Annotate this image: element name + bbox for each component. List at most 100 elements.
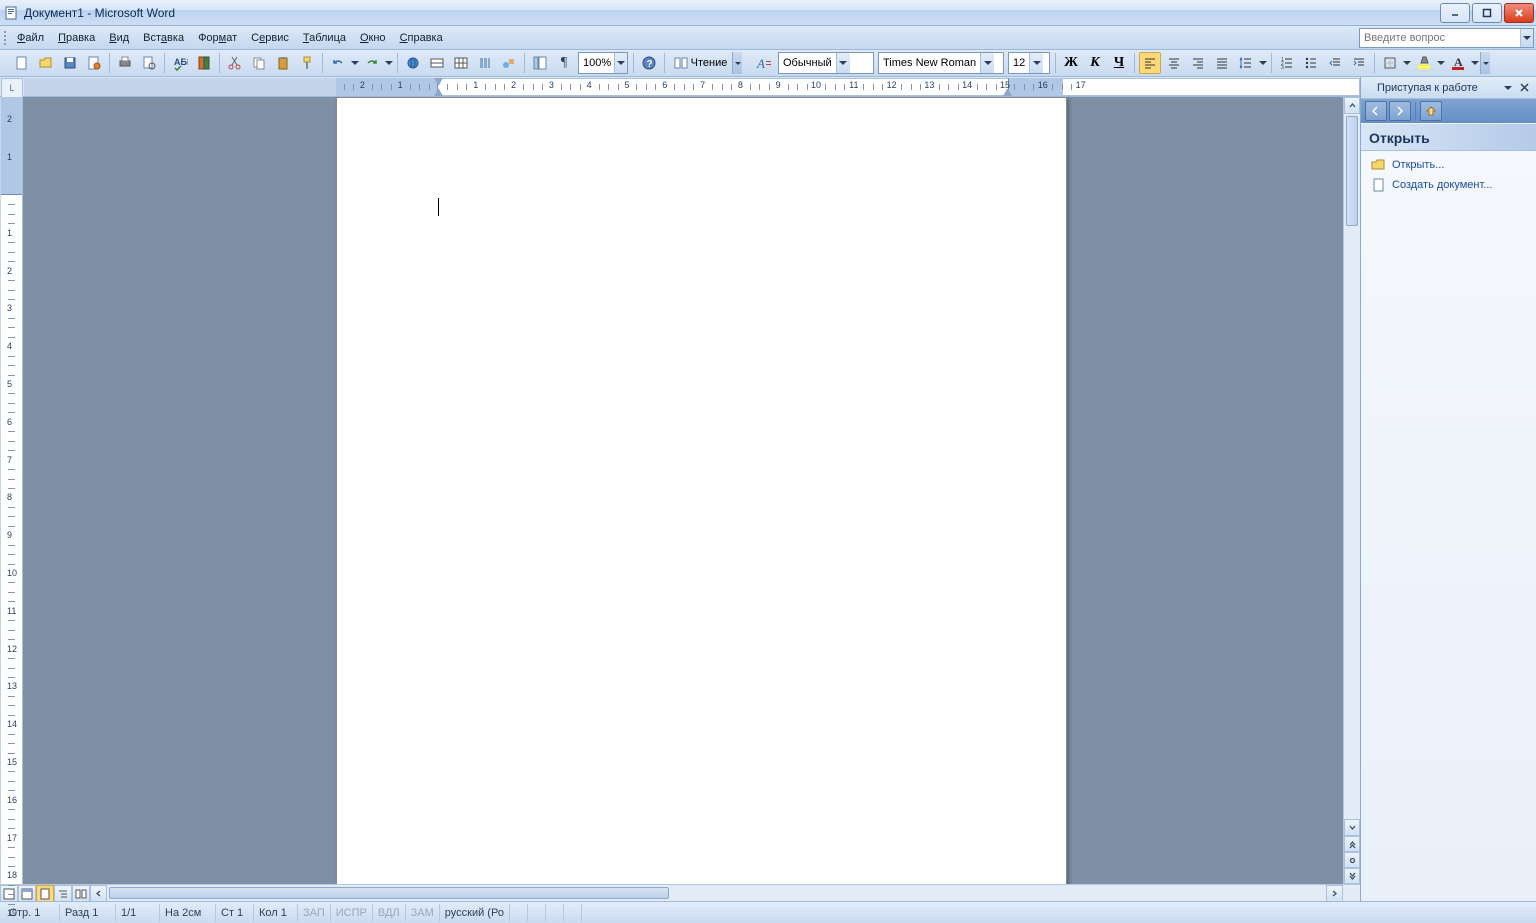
menu-insert[interactable]: Вставка [136, 30, 191, 46]
copy-button[interactable] [248, 52, 270, 74]
help-dropdown-icon[interactable] [1520, 29, 1533, 47]
format-painter-button[interactable] [296, 52, 318, 74]
dropdown-icon[interactable] [1029, 53, 1043, 73]
reading-view-button[interactable] [72, 885, 90, 902]
redo-button[interactable] [361, 52, 383, 74]
style-combo[interactable]: Обычный [778, 52, 874, 74]
scroll-thumb[interactable] [1346, 116, 1358, 226]
styles-button[interactable]: A [753, 52, 775, 74]
insert-table-button[interactable] [450, 52, 472, 74]
prev-page-button[interactable] [1344, 836, 1360, 852]
font-color-button[interactable]: A [1447, 52, 1469, 74]
borders-button[interactable] [1379, 52, 1401, 74]
scroll-down-button[interactable] [1344, 819, 1360, 836]
close-button[interactable] [1504, 3, 1534, 23]
new-document-link[interactable]: Создать документ... [1361, 175, 1536, 195]
scroll-left-button[interactable] [90, 885, 107, 902]
task-pane-menu-icon[interactable] [1500, 80, 1515, 95]
align-right-button[interactable] [1187, 52, 1209, 74]
tables-borders-button[interactable] [426, 52, 448, 74]
horizontal-ruler[interactable]: 121234567891011121314151617 [24, 78, 1360, 96]
scroll-up-button[interactable] [1344, 97, 1360, 114]
menu-edit[interactable]: Правка [51, 30, 102, 46]
new-button[interactable] [11, 52, 33, 74]
right-indent-marker[interactable] [1003, 88, 1012, 96]
align-center-button[interactable] [1163, 52, 1185, 74]
decrease-indent-button[interactable] [1324, 52, 1346, 74]
vertical-ruler[interactable]: 121234567891011121314151617181920 [1, 97, 23, 884]
columns-button[interactable] [474, 52, 496, 74]
toolbar-overflow[interactable] [732, 52, 742, 74]
tab-selector[interactable]: L [1, 78, 23, 98]
line-spacing-button[interactable] [1235, 52, 1257, 74]
menu-file[interactable]: Файл [10, 30, 51, 46]
menu-tools[interactable]: Сервис [244, 30, 296, 46]
document-area[interactable] [23, 97, 1343, 884]
hyperlink-button[interactable] [402, 52, 424, 74]
show-formatting-button[interactable]: ¶ [553, 52, 575, 74]
align-justify-button[interactable] [1211, 52, 1233, 74]
italic-button[interactable]: К [1084, 52, 1106, 74]
status-ispr[interactable]: ИСПР [331, 904, 373, 922]
drawing-button[interactable] [498, 52, 520, 74]
scroll-track[interactable] [1344, 114, 1360, 819]
maximize-button[interactable] [1472, 3, 1502, 23]
size-combo[interactable]: 12 [1008, 52, 1050, 74]
underline-button[interactable]: Ч [1108, 52, 1130, 74]
h-scroll-track[interactable] [107, 885, 1326, 901]
borders-dropdown[interactable] [1402, 52, 1412, 74]
help-search[interactable] [1359, 28, 1534, 48]
increase-indent-button[interactable] [1348, 52, 1370, 74]
print-preview-button[interactable] [138, 52, 160, 74]
status-zam[interactable]: ЗАМ [406, 904, 440, 922]
open-file-link[interactable]: Открыть... [1361, 155, 1536, 175]
highlight-dropdown[interactable] [1436, 52, 1446, 74]
nav-home-button[interactable] [1420, 101, 1442, 121]
undo-dropdown[interactable] [350, 52, 360, 74]
web-view-button[interactable] [18, 885, 36, 902]
save-button[interactable] [59, 52, 81, 74]
nav-forward-button[interactable] [1389, 101, 1411, 121]
permissions-button[interactable] [83, 52, 105, 74]
read-button[interactable]: Чтение [669, 52, 731, 74]
first-line-indent-marker[interactable] [434, 78, 443, 86]
print-layout-view-button[interactable] [36, 885, 54, 902]
nav-back-button[interactable] [1365, 101, 1387, 121]
h-scroll-thumb[interactable] [109, 887, 669, 899]
dropdown-icon[interactable] [980, 53, 994, 73]
undo-button[interactable] [327, 52, 349, 74]
vertical-scrollbar[interactable] [1343, 97, 1360, 884]
next-page-button[interactable] [1344, 868, 1360, 884]
open-button[interactable] [35, 52, 57, 74]
print-button[interactable] [114, 52, 136, 74]
cut-button[interactable] [224, 52, 246, 74]
status-zap[interactable]: ЗАП [298, 904, 331, 922]
highlight-button[interactable] [1413, 52, 1435, 74]
menu-window[interactable]: Окно [353, 30, 393, 46]
numbering-button[interactable]: 123 [1276, 52, 1298, 74]
bold-button[interactable]: Ж [1060, 52, 1082, 74]
outline-view-button[interactable] [54, 885, 72, 902]
spellcheck-button[interactable]: AБВ [169, 52, 191, 74]
redo-dropdown[interactable] [384, 52, 394, 74]
scroll-right-button[interactable] [1326, 885, 1343, 902]
status-language[interactable]: русский (Ро [440, 904, 510, 922]
toolbar-overflow[interactable] [1480, 52, 1490, 74]
dropdown-icon[interactable] [614, 53, 627, 73]
status-vdl[interactable]: ВДЛ [373, 904, 406, 922]
paste-button[interactable] [272, 52, 294, 74]
menu-format[interactable]: Формат [191, 30, 244, 46]
help-search-input[interactable] [1360, 32, 1520, 44]
menu-help[interactable]: Справка [393, 30, 450, 46]
page[interactable] [336, 97, 1067, 884]
task-pane-close-icon[interactable] [1517, 80, 1532, 95]
browse-object-button[interactable] [1344, 852, 1360, 868]
minimize-button[interactable] [1440, 3, 1470, 23]
align-left-button[interactable] [1139, 52, 1161, 74]
hanging-indent-marker[interactable] [434, 88, 443, 96]
zoom-combo[interactable]: 100% [578, 52, 628, 74]
menu-table[interactable]: Таблица [296, 30, 353, 46]
dropdown-icon[interactable] [836, 53, 850, 73]
document-map-button[interactable] [529, 52, 551, 74]
help-button[interactable]: ? [638, 52, 660, 74]
